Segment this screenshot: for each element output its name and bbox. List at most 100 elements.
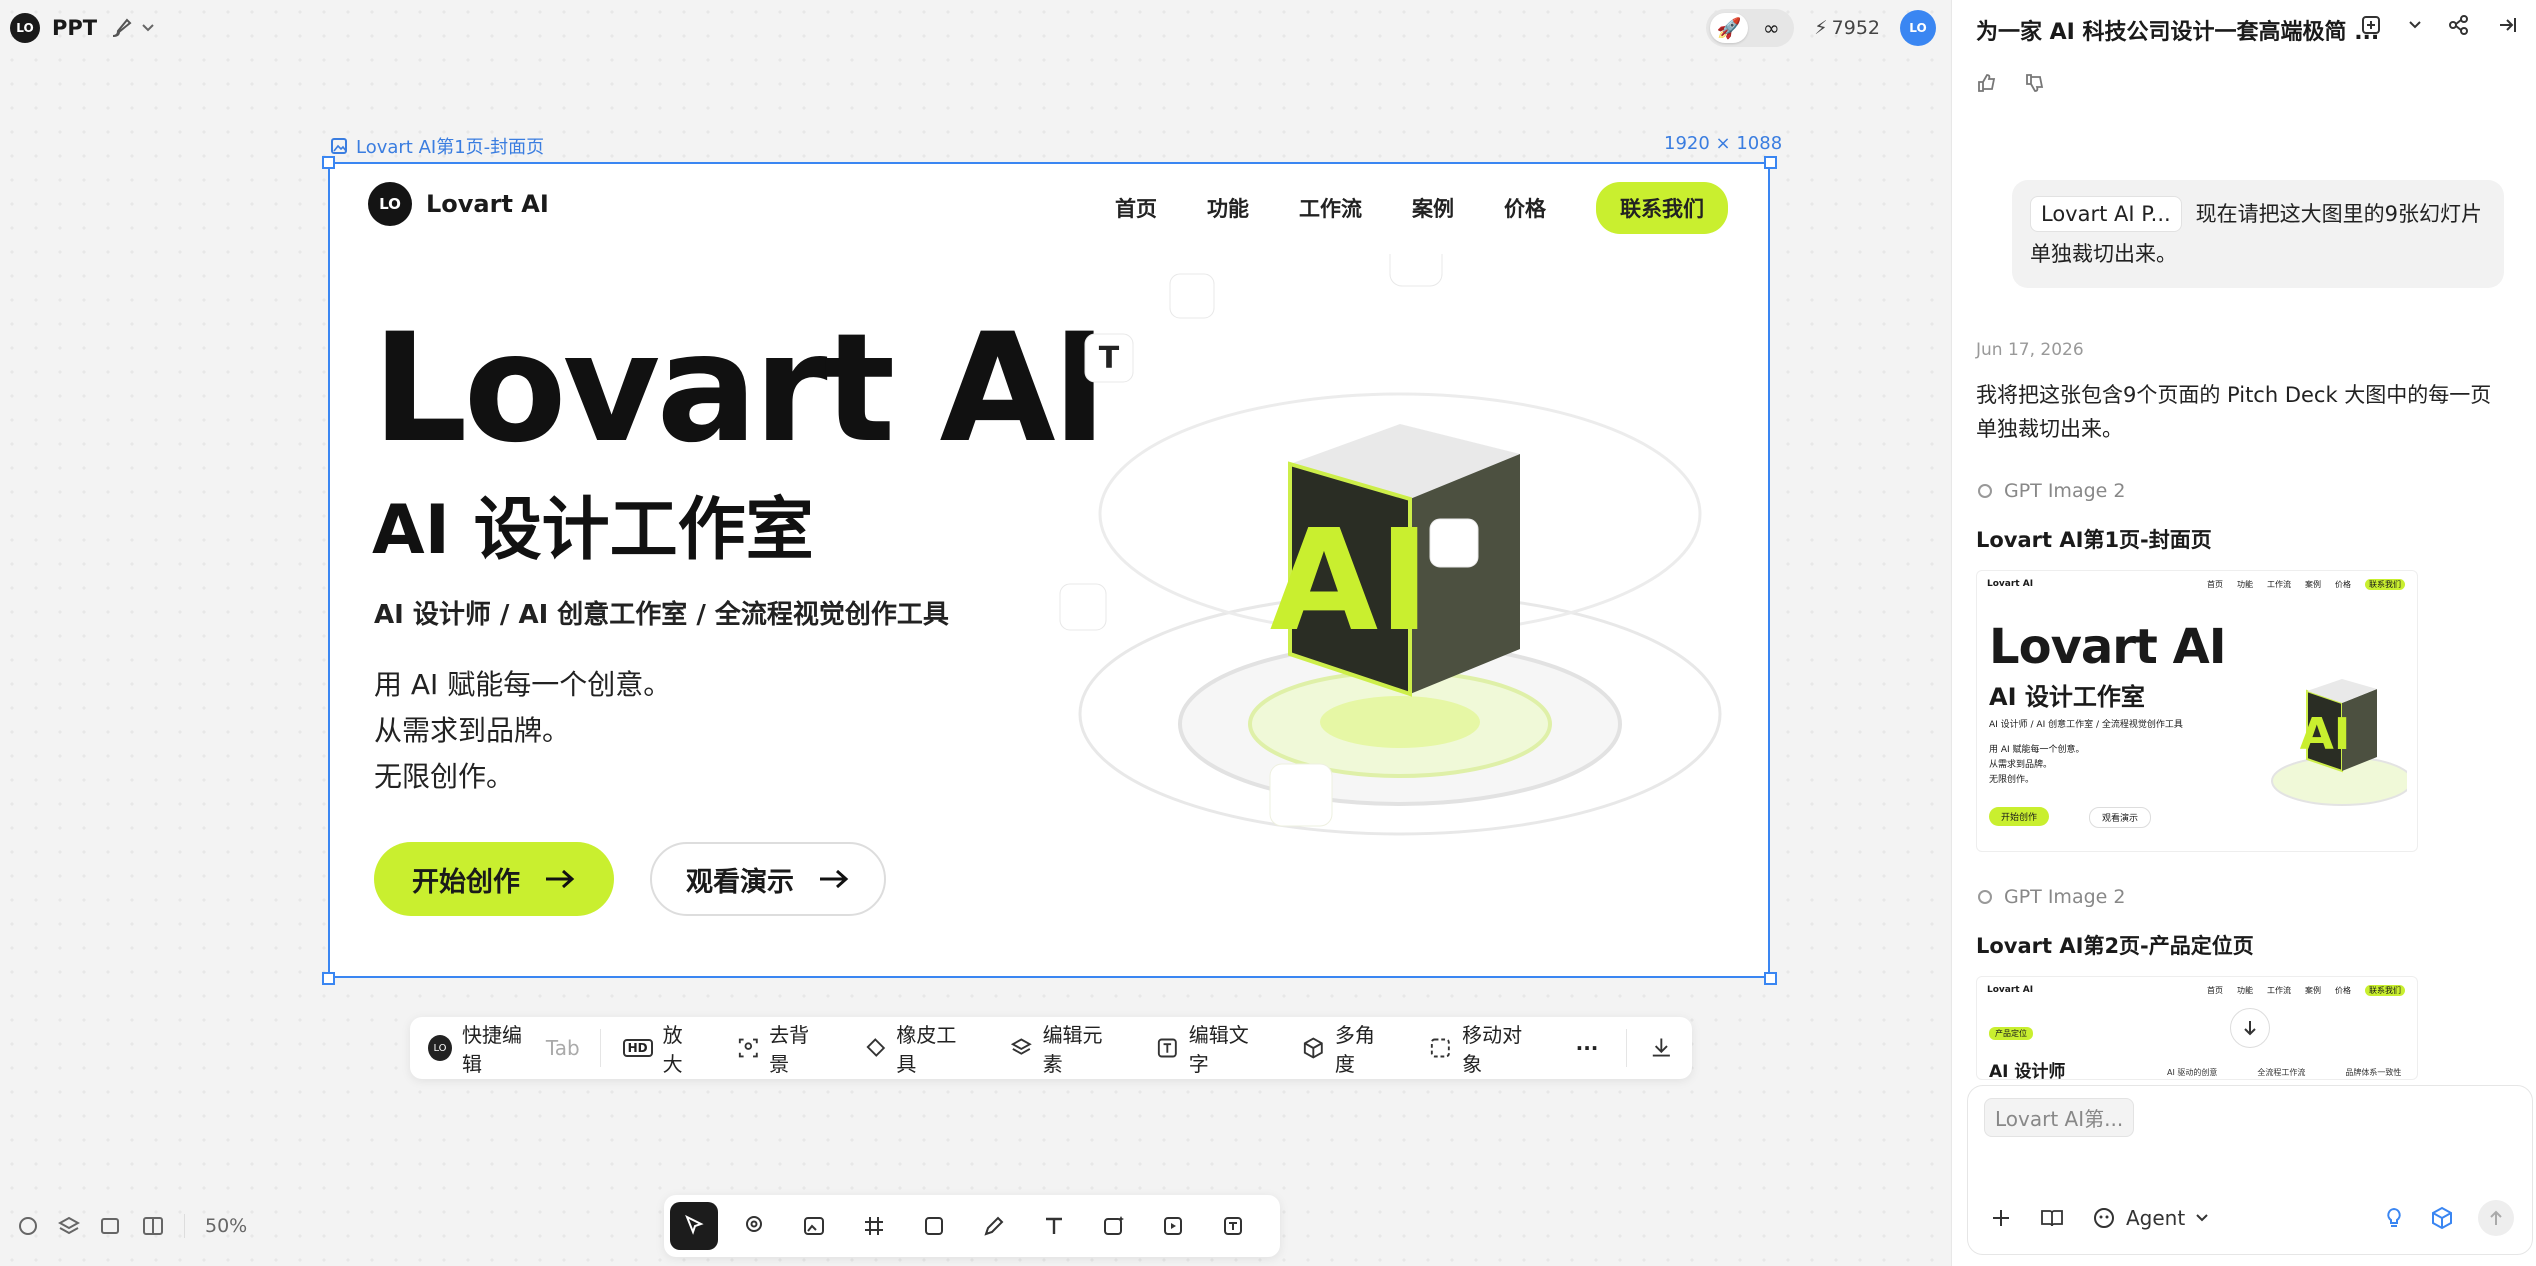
app-logo[interactable]: LO xyxy=(10,13,40,43)
thumb-column: 全流程工作流 xyxy=(2257,1068,2306,1077)
eraser-button[interactable]: 橡皮工具 xyxy=(864,1019,972,1077)
remove-bg-icon xyxy=(738,1038,758,1058)
more-button[interactable]: ··· xyxy=(1576,1036,1599,1060)
slide-logo-text: Lovart AI xyxy=(426,190,549,218)
user-avatar[interactable]: LO xyxy=(1900,10,1936,46)
credits-counter[interactable]: ⚡ 7952 xyxy=(1814,17,1880,39)
toolbar-divider xyxy=(599,1029,601,1067)
zoom-level[interactable]: 50% xyxy=(205,1215,247,1237)
book-icon[interactable] xyxy=(2040,1207,2064,1229)
move-object-button[interactable]: 移动对象 xyxy=(1429,1019,1537,1077)
shape-tool[interactable] xyxy=(910,1202,958,1250)
thumb-nav-item: 工作流 xyxy=(2267,580,2291,589)
generation-title: Lovart AI第1页-封面页 xyxy=(1976,528,2212,552)
project-menu-button[interactable] xyxy=(109,16,155,40)
model-name: GPT Image 2 xyxy=(2004,480,2126,502)
download-icon[interactable] xyxy=(1649,1035,1674,1061)
thumb-nav-item: 首页 xyxy=(2207,580,2223,589)
attachment-chip[interactable]: Lovart AI第... xyxy=(1984,1098,2135,1137)
generated-thumbnail[interactable]: Lovart AI 首页 功能 工作流 案例 价格 联系我们 产品定位 AI 设计师 AI… xyxy=(1976,976,2418,1080)
remove-bg-button[interactable]: 去背景 xyxy=(737,1019,826,1077)
thumb-button: 开始创作 xyxy=(1989,807,2050,826)
frame-tool[interactable] xyxy=(850,1202,898,1250)
slide-logo: LO Lovart AI xyxy=(368,182,549,226)
pen-tool[interactable] xyxy=(970,1202,1018,1250)
text-tool[interactable] xyxy=(1030,1202,1078,1250)
ai-video-tool[interactable] xyxy=(1150,1202,1198,1250)
upscale-button[interactable]: HD 放大 xyxy=(622,1019,699,1077)
remove-bg-label: 去背景 xyxy=(769,1023,810,1076)
marker-tool[interactable] xyxy=(730,1202,778,1250)
collapse-panel-icon[interactable] xyxy=(2496,14,2518,36)
thumb-badge: 产品定位 xyxy=(1989,1027,2033,1040)
image-edit-toolbar: LO 快捷编辑 Tab HD 放大 去背景 橡皮工具 编辑元素 编辑文字 多角度 … xyxy=(410,1017,1692,1079)
toolbar-divider xyxy=(1626,1029,1628,1067)
thumb-logo: Lovart AI xyxy=(1987,579,2034,589)
frame-label[interactable]: Lovart AI第1页-封面页 xyxy=(330,133,544,159)
agent-selector[interactable]: Agent xyxy=(2092,1206,2209,1230)
ai-text-icon xyxy=(1224,1217,1242,1235)
edit-elements-button[interactable]: 编辑元素 xyxy=(1010,1019,1118,1077)
slide-nav-item: 功能 xyxy=(1207,197,1249,221)
circle-icon[interactable] xyxy=(18,1216,38,1236)
ai-image-tool[interactable] xyxy=(1090,1202,1138,1250)
arrow-down-icon xyxy=(2244,1021,2256,1036)
layers-icon xyxy=(1010,1038,1032,1055)
thumbs-down-icon[interactable] xyxy=(2024,72,2046,94)
select-tool[interactable] xyxy=(670,1202,718,1250)
upscale-label: 放大 xyxy=(662,1023,683,1076)
cube-icon[interactable] xyxy=(2430,1206,2454,1230)
slide-nav-item: 首页 xyxy=(1115,197,1157,221)
lightbulb-icon[interactable] xyxy=(2382,1206,2406,1230)
image-icon xyxy=(331,138,347,154)
chat-title[interactable]: 为一家 AI 科技公司设计一套高端极简 ... xyxy=(1976,14,2386,46)
thumb-nav-item: 功能 xyxy=(2237,580,2253,589)
thumbs-up-icon[interactable] xyxy=(1976,72,1998,94)
thumb-line: 无限创作。 xyxy=(1989,775,2035,785)
resize-handle[interactable] xyxy=(322,156,335,169)
mode-toggle[interactable]: 🚀 ∞ xyxy=(1706,9,1795,47)
project-name[interactable]: PPT xyxy=(52,16,97,40)
new-chat-icon[interactable] xyxy=(2360,14,2382,36)
thumb-headline: Lovart AI xyxy=(1989,619,2227,675)
resize-handle[interactable] xyxy=(322,972,335,985)
share-icon[interactable] xyxy=(2448,14,2470,36)
thumb-nav-item: 功能 xyxy=(2237,986,2253,995)
edit-text-button[interactable]: 编辑文字 xyxy=(1156,1019,1264,1077)
quick-edit-button[interactable]: LO 快捷编辑 Tab xyxy=(428,1019,580,1077)
resize-handle[interactable] xyxy=(1764,156,1777,169)
multi-angle-button[interactable]: 多角度 xyxy=(1302,1019,1391,1077)
upload-image-tool[interactable] xyxy=(790,1202,838,1250)
rocket-icon[interactable]: 🚀 xyxy=(1710,13,1749,43)
selected-slide[interactable]: LO Lovart AI 首页 功能 工作流 案例 价格 联系我们 Lovart… xyxy=(328,162,1770,978)
slide-primary-button: 开始创作 xyxy=(374,842,614,916)
send-button[interactable] xyxy=(2478,1200,2514,1236)
pin-icon xyxy=(746,1216,762,1232)
arrow-right-icon xyxy=(820,869,849,889)
scroll-down-button[interactable] xyxy=(2230,1008,2270,1048)
feedback-buttons xyxy=(1976,72,2046,94)
slide-body-line: 无限创作。 xyxy=(374,760,515,793)
resize-handle[interactable] xyxy=(1764,972,1777,985)
chevron-down-icon[interactable] xyxy=(2408,20,2422,30)
thumb-columns: AI 驱动的创意 全流程工作流 品牌体系一致性 xyxy=(2167,1067,2401,1078)
assets-icon[interactable] xyxy=(142,1216,164,1236)
quick-edit-hint: Tab xyxy=(545,1036,580,1060)
infinity-toggle[interactable]: ∞ xyxy=(1752,13,1790,43)
openai-icon xyxy=(1978,890,1992,904)
slide-secondary-button: 观看演示 xyxy=(650,842,886,916)
generated-thumbnail[interactable]: Lovart AI 首页 功能 工作流 案例 价格 联系我们 Lovart AI AI 设… xyxy=(1976,570,2418,852)
agent-icon xyxy=(2094,1208,2114,1228)
slide-body: 用 AI 赋能每一个创意。 从需求到品牌。 无限创作。 xyxy=(374,662,671,800)
chat-composer[interactable]: Lovart AI第... Agent xyxy=(1967,1085,2533,1255)
reference-chip[interactable]: Lovart AI P... xyxy=(2030,196,2182,232)
ai-text-tool[interactable] xyxy=(1210,1202,1258,1250)
lovart-icon: LO xyxy=(428,1035,452,1061)
lightning-icon: ⚡ xyxy=(1814,17,1828,39)
gallery-icon[interactable] xyxy=(100,1216,122,1236)
plus-icon[interactable] xyxy=(1990,1207,2012,1229)
slide-nav: 首页 功能 工作流 案例 价格 联系我们 xyxy=(1115,182,1728,234)
slide-nav-item: 价格 xyxy=(1504,197,1546,221)
credits-value: 7952 xyxy=(1831,17,1880,39)
layers-icon[interactable] xyxy=(58,1216,80,1236)
